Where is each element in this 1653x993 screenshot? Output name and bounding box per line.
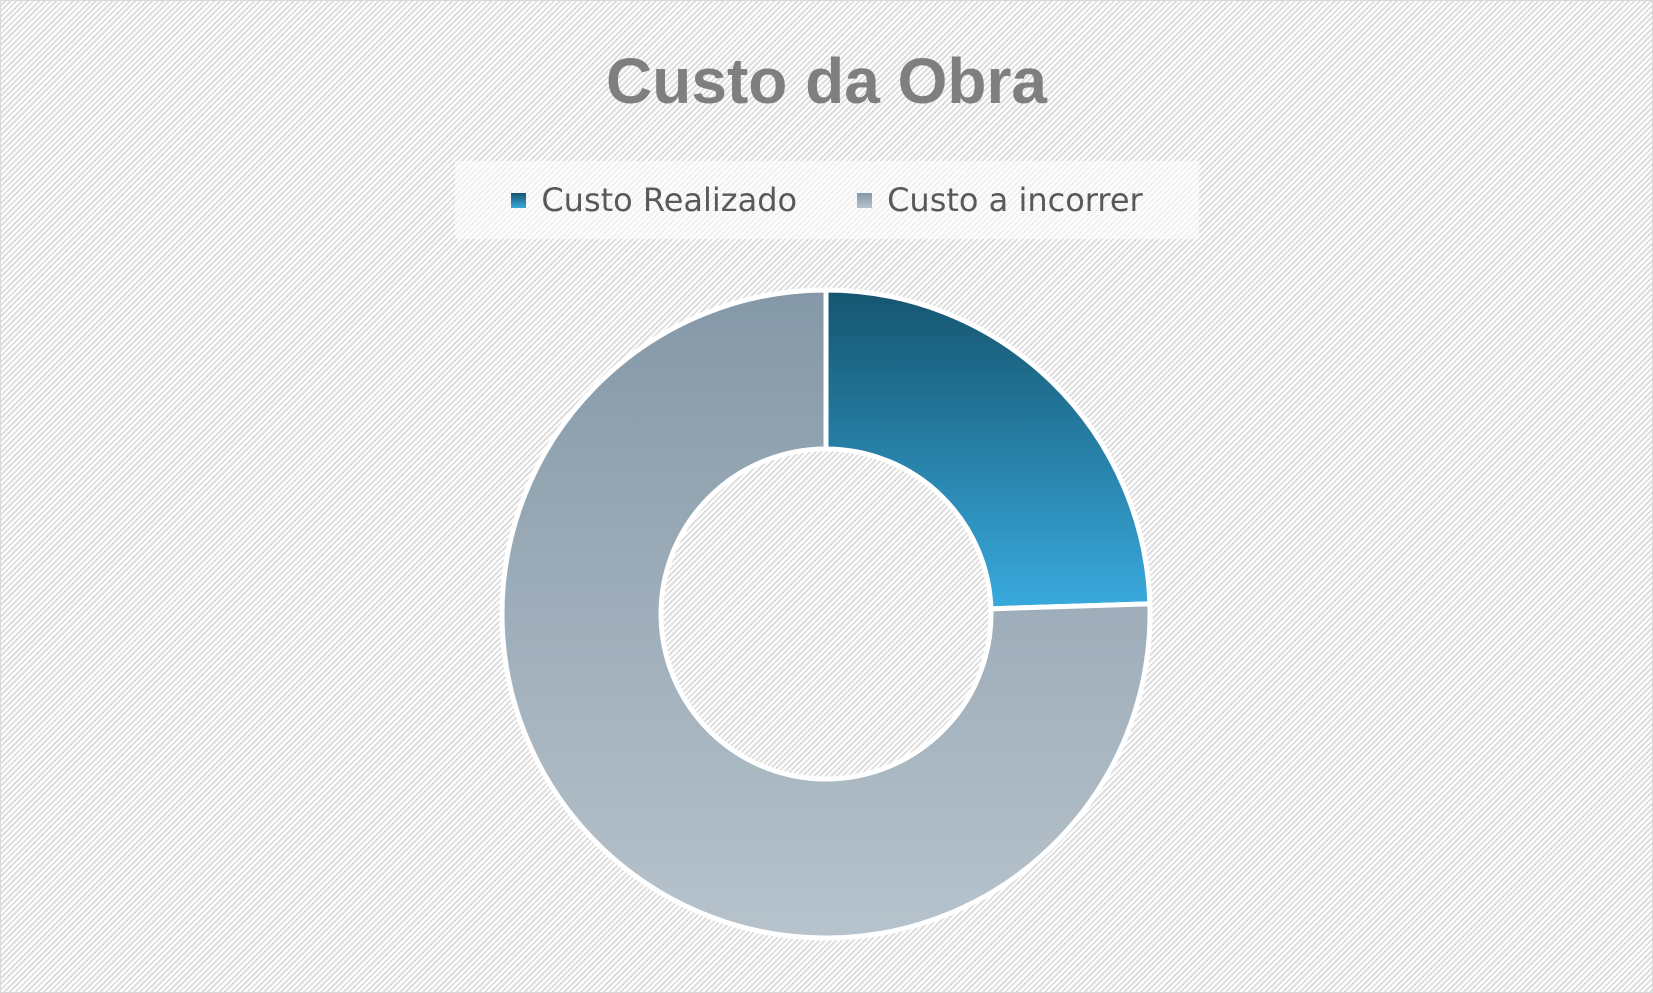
- donut-slices: [499, 287, 1153, 941]
- donut-slice-custo-realizado: [823, 287, 1153, 612]
- donut-chart: [499, 287, 1153, 941]
- chart-area: Custo da Obra Custo Realizado Custo a in…: [0, 0, 1653, 993]
